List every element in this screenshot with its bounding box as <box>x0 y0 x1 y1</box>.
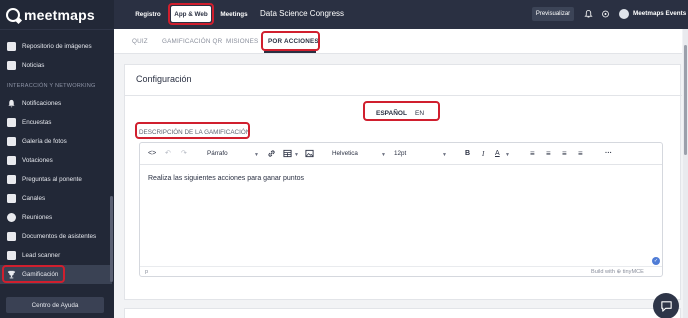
sidebar-item-canales[interactable]: Canales <box>0 189 112 208</box>
documents-icon <box>7 232 16 241</box>
trophy-icon <box>7 270 16 279</box>
sidebar-item-galeria[interactable]: Galería de fotos <box>0 132 112 151</box>
next-card <box>124 308 681 318</box>
text-color-icon[interactable]: A <box>495 149 500 159</box>
photo-gallery-icon <box>7 137 16 146</box>
images-icon <box>7 42 16 51</box>
chat-icon <box>660 300 672 312</box>
tab-misiones[interactable]: MISIONES <box>226 38 258 45</box>
top-bar: Registro App & Web Meetings Data Science… <box>114 0 688 29</box>
check-icon: ✓ <box>652 257 660 265</box>
tab-registro[interactable]: Registro <box>131 6 165 22</box>
redo-icon[interactable]: ↷ <box>181 149 187 159</box>
sidebar-item-repositorio[interactable]: Repositorio de imágenes <box>0 37 112 56</box>
sidebar-item-label: Canales <box>22 195 46 202</box>
chat-button[interactable] <box>653 293 679 318</box>
sidebar-item-lead-scanner[interactable]: Lead scanner <box>0 246 112 265</box>
event-title: Data Science Congress <box>260 9 345 18</box>
editor-statusbar: p Build with ⊕ tinyMCE <box>140 266 662 277</box>
chevron-down-icon[interactable]: ▼ <box>254 150 259 160</box>
sidebar-item-documentos[interactable]: Documentos de asistentes <box>0 227 112 246</box>
chevron-down-icon[interactable]: ▼ <box>442 150 447 160</box>
lang-tab-en[interactable]: EN <box>415 110 424 117</box>
sidebar-item-notificaciones[interactable]: Notificaciones <box>0 94 112 113</box>
bell-icon <box>7 99 16 108</box>
meetings-icon <box>7 213 16 222</box>
align-right-icon[interactable]: ≡ <box>562 149 567 159</box>
align-left-icon[interactable]: ≡ <box>530 149 535 159</box>
chevron-down-icon[interactable]: ▼ <box>505 150 510 160</box>
source-code-icon[interactable]: <> <box>148 149 156 159</box>
logo[interactable]: meetmaps <box>0 0 114 30</box>
page-scrollbar-thumb[interactable] <box>684 45 687 155</box>
preview-button[interactable]: Previsualizar <box>532 7 574 21</box>
logo-icon <box>6 7 20 22</box>
field-label: DESCRIPCIÓN DE LA GAMIFICACIÓN <box>139 129 251 136</box>
sidebar-item-label: Documentos de asistentes <box>22 233 97 240</box>
sidebar-item-label: Reuniones <box>22 214 53 221</box>
sidebar-item-votaciones[interactable]: Votaciones <box>0 151 112 170</box>
survey-icon <box>7 118 16 127</box>
card-title: Configuración <box>136 74 192 84</box>
editor-toolbar: <> ↶ ↷ Párrafo ▼ ▼ Helvetica ▼ 12pt ▼ B … <box>140 143 662 165</box>
sidebar-item-label: Encuestas <box>22 119 52 126</box>
more-icon[interactable]: ··· <box>605 149 612 159</box>
align-justify-icon[interactable]: ≡ <box>578 149 583 159</box>
bold-icon[interactable]: B <box>465 149 470 159</box>
sidebar-item-label: Notificaciones <box>22 100 62 107</box>
settings-icon[interactable] <box>601 9 610 19</box>
tab-gamificacion-qr[interactable]: GAMIFICACIÓN QR <box>162 38 222 45</box>
align-center-icon[interactable]: ≡ <box>546 149 551 159</box>
user-name[interactable]: Meetmaps Events <box>633 10 686 17</box>
chevron-down-icon[interactable]: ▼ <box>294 150 299 160</box>
powered-by[interactable]: Build with ⊕ tinyMCE <box>591 269 644 275</box>
lead-scanner-icon <box>7 251 16 260</box>
tab-app-web[interactable]: App & Web <box>171 6 211 22</box>
active-tab-indicator <box>264 51 316 53</box>
italic-icon[interactable]: I <box>482 149 484 159</box>
votes-icon <box>7 156 16 165</box>
editor-content[interactable]: Realiza las siguientes acciones para gan… <box>148 175 304 182</box>
tab-quiz[interactable]: QUIZ <box>132 38 148 45</box>
lang-tab-espanol[interactable]: ESPAÑOL <box>376 110 407 117</box>
block-format-select[interactable]: Párrafo <box>207 149 228 159</box>
help-center-button[interactable]: Centro de Ayuda <box>6 297 104 313</box>
sidebar-section-label: INTERACCIÓN Y NETWORKING <box>7 83 96 89</box>
link-icon[interactable] <box>267 149 276 162</box>
tab-por-acciones[interactable]: POR ACCIONES <box>268 38 319 45</box>
avatar[interactable] <box>619 9 629 19</box>
sidebar-item-label: Galería de fotos <box>22 138 67 145</box>
sidebar: meetmaps Repositorio de imágenes Noticia… <box>0 0 114 318</box>
sidebar-item-label: Noticias <box>22 62 45 69</box>
sidebar-item-reuniones[interactable]: Reuniones <box>0 208 112 227</box>
news-icon <box>7 61 16 70</box>
sidebar-item-label: Preguntas al ponente <box>22 176 82 183</box>
sidebar-item-noticias[interactable]: Noticias <box>0 56 112 75</box>
sidebar-item-label: Votaciones <box>22 157 53 164</box>
element-path[interactable]: p <box>145 269 148 275</box>
tab-meetings[interactable]: Meetings <box>217 6 251 22</box>
font-size-select[interactable]: 12pt <box>394 149 406 159</box>
font-family-select[interactable]: Helvetica <box>332 149 358 159</box>
channels-icon <box>7 194 16 203</box>
table-icon[interactable] <box>283 149 292 162</box>
sidebar-item-label: Lead scanner <box>22 252 61 259</box>
sidebar-item-label: Repositorio de imágenes <box>22 43 92 50</box>
logo-text: meetmaps <box>24 6 95 23</box>
sidebar-item-preguntas[interactable]: Preguntas al ponente <box>0 170 112 189</box>
configuration-card: Configuración ESPAÑOL EN DESCRIPCIÓN DE … <box>124 64 682 300</box>
divider <box>125 95 682 96</box>
main-content: QUIZ GAMIFICACIÓN QR MISIONES POR ACCION… <box>114 29 682 318</box>
questions-icon <box>7 175 16 184</box>
image-icon[interactable] <box>305 149 314 162</box>
chevron-down-icon[interactable]: ▼ <box>381 150 386 160</box>
sidebar-scrollbar[interactable] <box>110 196 113 282</box>
sub-tabs: QUIZ GAMIFICACIÓN QR MISIONES POR ACCION… <box>114 29 682 54</box>
undo-icon[interactable]: ↶ <box>165 149 171 159</box>
sidebar-item-gamificacion[interactable]: Gamificación <box>0 265 112 284</box>
rich-text-editor[interactable]: <> ↶ ↷ Párrafo ▼ ▼ Helvetica ▼ 12pt ▼ B … <box>139 142 663 277</box>
bell-icon[interactable] <box>584 9 593 19</box>
sidebar-item-label: Gamificación <box>22 271 59 278</box>
sidebar-item-encuestas[interactable]: Encuestas <box>0 113 112 132</box>
